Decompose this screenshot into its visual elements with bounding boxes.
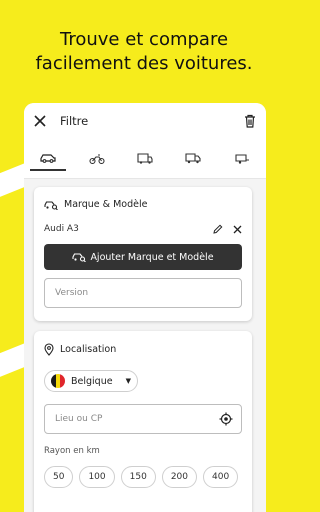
country-select[interactable]: Belgique ▼ — [44, 370, 138, 392]
add-make-model-label: Ajouter Marque et Modèle — [90, 251, 214, 263]
city-placeholder: Lieu ou CP — [55, 414, 103, 424]
trailer-icon — [234, 153, 250, 164]
tab-truck[interactable] — [175, 147, 211, 171]
selected-model: Audi A3 — [44, 224, 79, 234]
radius-chip-100[interactable]: 100 — [79, 466, 115, 488]
edit-icon[interactable] — [213, 224, 223, 234]
location-label: Localisation — [60, 344, 117, 355]
location-pin-icon — [44, 343, 54, 356]
selected-model-row: Audi A3 — [34, 210, 252, 234]
motorbike-icon — [89, 153, 105, 164]
promo-headline: Trouve et compare facilement des voiture… — [0, 28, 288, 76]
version-placeholder: Version — [55, 288, 89, 298]
headline-line-1: Trouve et compare — [59, 29, 229, 50]
headline-line-2: facilement des voitures. — [35, 53, 253, 74]
make-model-label: Marque & Modèle — [64, 199, 148, 210]
radius-chip-200[interactable]: 200 — [161, 466, 198, 488]
location-card: Localisation Belgique ▼ Lieu ou CP Rayon… — [34, 331, 252, 512]
chevron-down-icon: ▼ — [125, 377, 131, 385]
radius-chip-150[interactable]: 150 — [120, 466, 156, 488]
car-search-icon — [72, 252, 87, 262]
tab-trailer[interactable] — [224, 147, 260, 171]
radius-options: 50 100 150 200 400 — [44, 466, 242, 488]
page-title: Filtre — [60, 114, 89, 128]
country-value: Belgique — [71, 375, 113, 387]
radius-label: Rayon en km — [44, 446, 100, 456]
close-icon[interactable] — [34, 115, 46, 127]
radius-chip-50[interactable]: 50 — [44, 466, 74, 488]
camper-icon — [137, 153, 153, 164]
app-screen: Filtre Marque & Modèle Audi A3 Ajouter M… — [24, 103, 266, 512]
tab-motorbike[interactable] — [79, 147, 115, 171]
tab-camper[interactable] — [127, 147, 163, 171]
version-field[interactable]: Version — [44, 278, 242, 308]
trash-icon[interactable] — [244, 114, 256, 128]
car-search-icon — [44, 200, 58, 210]
truck-icon — [185, 153, 201, 164]
tab-car[interactable] — [30, 147, 67, 171]
add-make-model-button[interactable]: Ajouter Marque et Modèle — [44, 244, 242, 270]
belgium-flag-icon — [51, 374, 65, 388]
make-model-card: Marque & Modèle Audi A3 Ajouter Marque e… — [34, 187, 252, 321]
vehicle-type-tabs — [24, 139, 266, 179]
remove-model-icon[interactable] — [233, 225, 242, 234]
filter-top-bar: Filtre — [24, 103, 266, 139]
city-input[interactable]: Lieu ou CP — [44, 404, 242, 434]
radius-chip-400[interactable]: 400 — [203, 466, 239, 488]
gps-target-icon[interactable] — [219, 412, 233, 426]
car-icon — [40, 153, 56, 163]
